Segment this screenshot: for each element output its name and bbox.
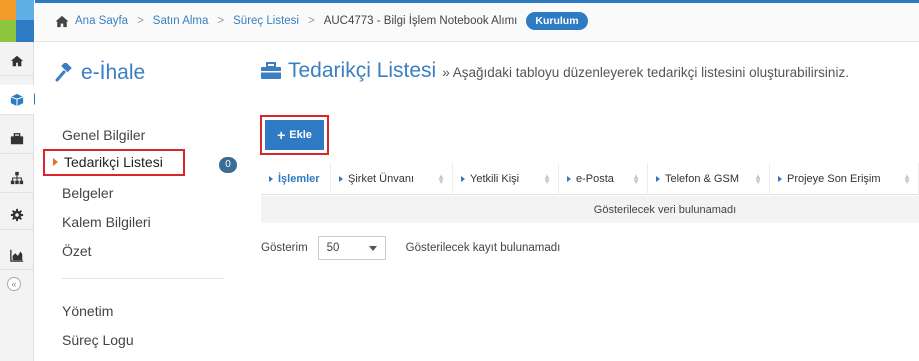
column-phone[interactable]: Telefon & GSM ▲ ▼ bbox=[648, 163, 770, 195]
sidebar-item-item-info[interactable]: Kalem Bilgileri bbox=[62, 214, 151, 230]
table-header: İşlemler Şirket Ünvanı ▲ ▼ Yetkili Kişi ▲ ▼ … bbox=[261, 163, 919, 195]
column-actions[interactable]: İşlemler bbox=[261, 163, 331, 195]
gear-icon[interactable] bbox=[0, 200, 34, 230]
chevron-down-icon bbox=[368, 245, 377, 251]
secondary-sidebar: e-İhale Genel Bilgiler Tedarikçi Listesi… bbox=[35, 43, 247, 361]
table-empty-row: Gösterilecek veri bulunamadı bbox=[261, 196, 919, 223]
sort-icon: ▲ ▼ bbox=[543, 172, 551, 186]
breadcrumb-separator: > bbox=[137, 15, 144, 27]
breadcrumb-bar: Ana Sayfa > Satın Alma > Süreç Listesi >… bbox=[35, 0, 919, 42]
breadcrumb-purchasing[interactable]: Satın Alma bbox=[153, 15, 209, 27]
sort-icon: ▲ ▼ bbox=[437, 172, 445, 186]
main-content: Tedarikçi Listesi » Aşağıdaki tabloyu dü… bbox=[258, 43, 919, 361]
sitemap-icon[interactable] bbox=[0, 163, 34, 193]
expand-icon bbox=[567, 176, 571, 182]
sidebar-item-documents[interactable]: Belgeler bbox=[62, 185, 113, 201]
breadcrumb-separator: > bbox=[217, 15, 225, 27]
page-size-select[interactable]: 50 bbox=[317, 236, 386, 260]
area-chart-icon[interactable] bbox=[0, 240, 34, 270]
breadcrumb-process-list[interactable]: Süreç Listesi bbox=[233, 15, 299, 27]
column-label: Yetkili Kişi bbox=[470, 173, 520, 185]
page-title-text: Tedarikçi Listesi bbox=[288, 59, 437, 82]
status-badge: Kurulum bbox=[526, 12, 588, 30]
table-footer: Gösterim 50 Gösterilecek kayıt bulunamad… bbox=[261, 236, 560, 260]
column-email[interactable]: e-Posta ▲ ▼ bbox=[559, 163, 648, 195]
breadcrumb-current: AUC4773 - Bilgi İşlem Notebook Alımı bbox=[323, 15, 518, 27]
column-label: İşlemler bbox=[278, 173, 320, 185]
add-button-label: Ekle bbox=[289, 129, 312, 141]
expand-icon bbox=[656, 176, 660, 182]
supplier-count-badge: 0 bbox=[219, 157, 237, 173]
briefcase-icon bbox=[261, 62, 281, 79]
breadcrumb-separator: > bbox=[307, 15, 315, 27]
column-contact[interactable]: Yetkili Kişi ▲ ▼ bbox=[453, 163, 559, 195]
column-label: e-Posta bbox=[576, 173, 614, 185]
column-label: Şirket Ünvanı bbox=[348, 173, 415, 185]
cube-icon[interactable] bbox=[0, 85, 40, 115]
expand-icon bbox=[461, 176, 465, 182]
sidebar-item-process-log[interactable]: Süreç Logu bbox=[62, 332, 134, 348]
icon-rail: « bbox=[0, 0, 40, 361]
column-label: Projeye Son Erişim bbox=[787, 173, 881, 185]
expand-icon bbox=[269, 176, 273, 182]
sidebar-item-management[interactable]: Yönetim bbox=[62, 303, 113, 319]
column-last-access[interactable]: Projeye Son Erişim ▲ ▼ bbox=[770, 163, 919, 195]
sidebar-item-label: Tedarikçi Listesi bbox=[64, 154, 163, 170]
column-label: Telefon & GSM bbox=[665, 173, 739, 185]
page-size-label: Gösterim bbox=[261, 242, 308, 254]
briefcase-icon[interactable] bbox=[0, 124, 34, 154]
sort-icon: ▲ ▼ bbox=[632, 172, 640, 186]
sidebar-item-general-info[interactable]: Genel Bilgiler bbox=[62, 127, 145, 143]
home-icon[interactable] bbox=[55, 15, 69, 28]
sidebar-divider bbox=[62, 278, 224, 279]
column-company[interactable]: Şirket Ünvanı ▲ ▼ bbox=[331, 163, 453, 195]
record-info: Gösterilecek kayıt bulunamadı bbox=[405, 242, 561, 254]
sort-icon: ▲ ▼ bbox=[903, 172, 911, 186]
sort-icon: ▲ ▼ bbox=[754, 172, 762, 186]
brand-title: e-İhale bbox=[81, 61, 146, 84]
plus-icon: + bbox=[277, 127, 286, 143]
gavel-icon bbox=[55, 63, 72, 82]
breadcrumb: Ana Sayfa > Satın Alma > Süreç Listesi >… bbox=[55, 12, 588, 30]
add-button-highlight: + Ekle bbox=[260, 115, 329, 155]
expand-icon bbox=[339, 176, 343, 182]
add-supplier-button[interactable]: + Ekle bbox=[265, 120, 324, 150]
sidebar-item-supplier-list[interactable]: Tedarikçi Listesi bbox=[43, 149, 185, 176]
breadcrumb-home[interactable]: Ana Sayfa bbox=[75, 15, 128, 27]
sidebar-item-summary[interactable]: Özet bbox=[62, 243, 92, 259]
collapse-sidebar-button[interactable]: « bbox=[7, 277, 21, 291]
page-size-value: 50 bbox=[326, 242, 340, 254]
home-icon[interactable] bbox=[0, 46, 34, 76]
app-logo bbox=[0, 0, 34, 42]
page-title: Tedarikçi Listesi » Aşağıdaki tabloyu dü… bbox=[260, 59, 849, 83]
page-subtitle: » Aşağıdaki tabloyu düzenleyerek tedarik… bbox=[442, 65, 849, 80]
expand-icon bbox=[778, 176, 782, 182]
brand: e-İhale bbox=[55, 61, 145, 85]
